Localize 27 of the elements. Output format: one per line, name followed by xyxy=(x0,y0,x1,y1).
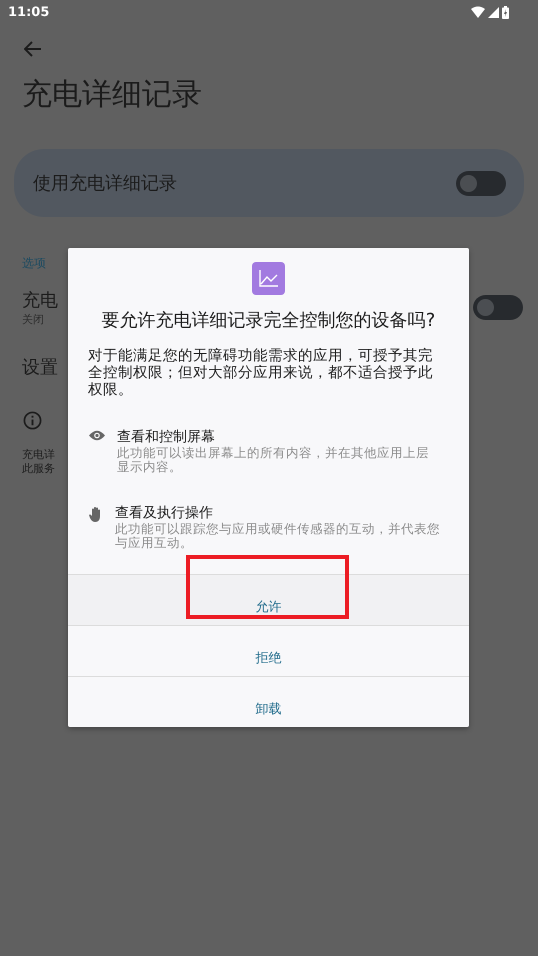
chart-app-icon xyxy=(252,262,285,295)
permission-title: 查看和控制屏幕 xyxy=(117,428,216,446)
dialog-button[interactable]: 拒绝 xyxy=(68,625,469,676)
dialog-title: 要允许充电详细记录完全控制您的设备吗? xyxy=(100,309,436,333)
dialog-button[interactable]: 卸载 xyxy=(68,676,469,727)
wifi-icon xyxy=(471,6,485,18)
footer-text: 此服务 xyxy=(22,462,55,476)
info-icon xyxy=(23,411,42,430)
item-title[interactable]: 设置 xyxy=(22,355,58,379)
toggle-switch[interactable] xyxy=(473,295,523,320)
back-arrow-icon[interactable] xyxy=(24,41,42,57)
section-header: 选项 xyxy=(22,255,47,272)
page-title: 充电详细记录 xyxy=(22,77,203,113)
permission-title: 查看及执行操作 xyxy=(115,504,214,522)
dialog-button[interactable]: 允许 xyxy=(68,574,469,625)
toggle-switch[interactable] xyxy=(456,170,506,196)
eye-icon xyxy=(89,430,105,441)
dialog-message: 对于能满足您的无障碍功能需求的应用，可授予其完全控制权限；但对大部分应用来说，都不适合授予此权限。 xyxy=(88,347,434,398)
footer-text: 充电详 xyxy=(22,448,55,462)
hand-icon xyxy=(89,506,103,522)
status-time: 11:05 xyxy=(8,4,50,20)
battery-icon xyxy=(502,6,509,18)
permission-description: 此功能可以跟踪您与应用或硬件传感器的互动，并代表您与应用互动。 xyxy=(115,522,441,550)
permission-description: 此功能可以读出屏幕上的所有内容，并在其他应用上层显示内容。 xyxy=(117,446,430,474)
signal-icon xyxy=(488,6,499,18)
item-title: 充电 xyxy=(22,289,58,312)
switch-label: 使用充电详细记录 xyxy=(33,172,177,195)
